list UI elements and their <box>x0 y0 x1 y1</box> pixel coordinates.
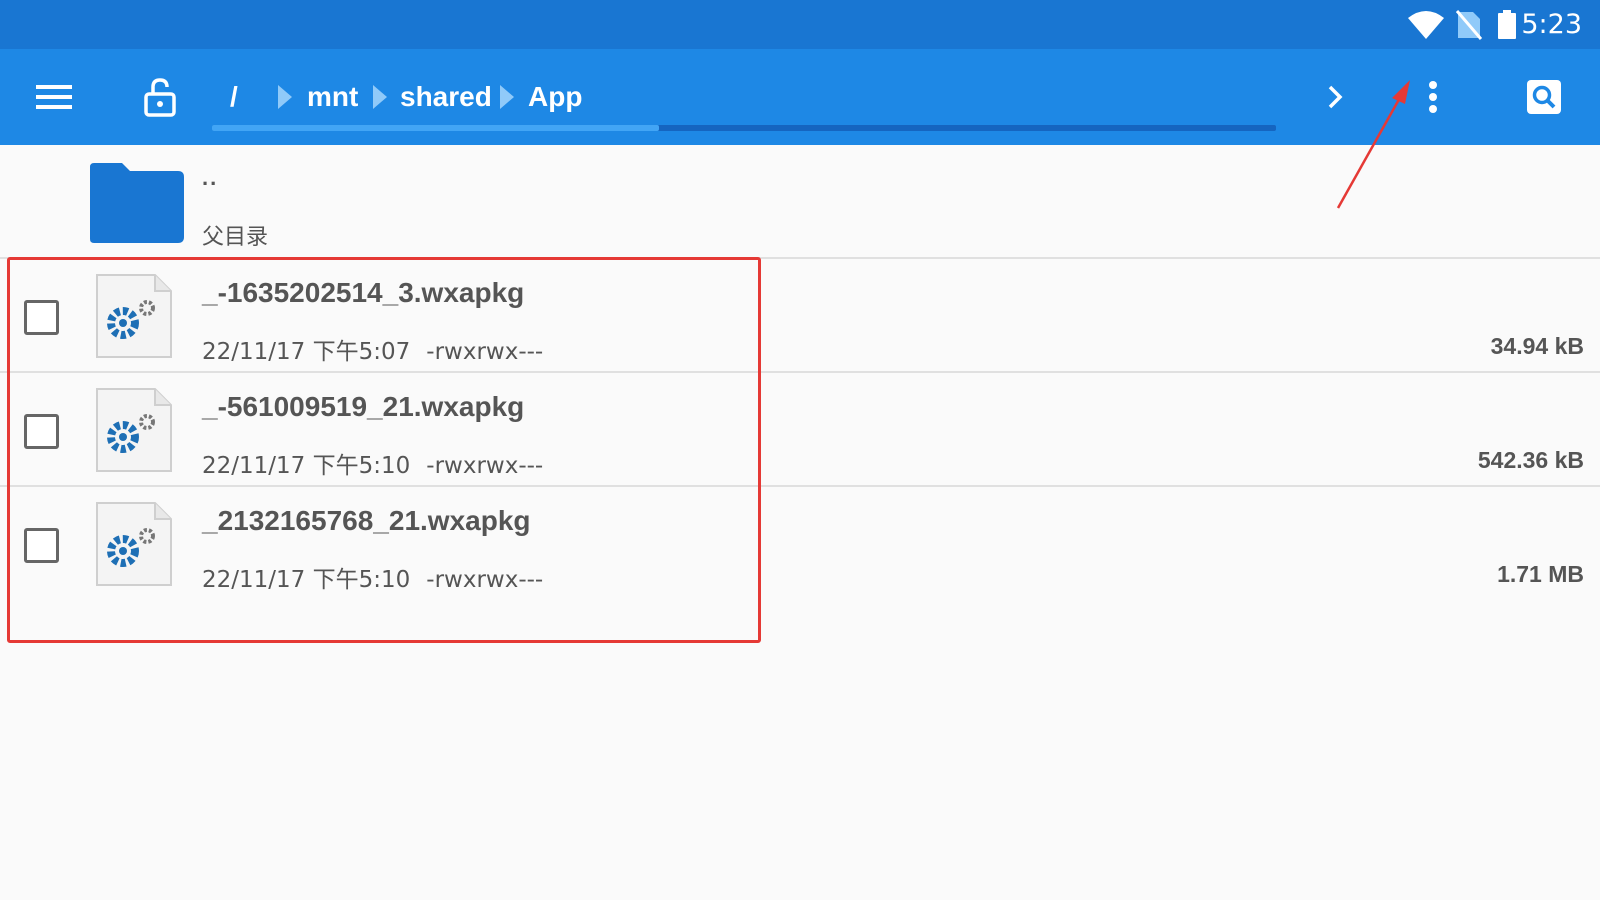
toolbar: / mnt shared App <box>0 49 1600 145</box>
folder-icon <box>86 163 186 248</box>
wifi-icon <box>1408 10 1444 45</box>
file-permissions: -rwxrwx--- <box>426 339 544 365</box>
settings-file-icon <box>95 387 175 480</box>
status-time: 5:23 <box>1521 9 1582 40</box>
settings-file-icon <box>95 501 175 594</box>
file-permissions: -rwxrwx--- <box>426 567 544 593</box>
file-date: 22/11/17 下午5:07 <box>202 339 411 365</box>
breadcrumb-root[interactable]: / <box>230 81 238 113</box>
parent-directory-row[interactable]: .. 父目录 <box>0 145 1600 259</box>
path-scroll-track[interactable] <box>212 125 1276 131</box>
breadcrumb-shared[interactable]: shared <box>400 81 492 113</box>
file-size: 34.94 kB <box>1490 333 1584 359</box>
breadcrumb-separator-icon <box>500 85 514 114</box>
chevron-right-icon[interactable] <box>1320 79 1350 115</box>
file-date: 22/11/17 下午5:10 <box>202 453 411 479</box>
file-size: 1.71 MB <box>1497 561 1584 587</box>
file-meta: 22/11/17 下午5:07 -rwxrwx--- <box>202 332 543 366</box>
file-row[interactable]: _2132165768_21.wxapkg 22/11/17 下午5:10 -rw… <box>0 487 1600 601</box>
settings-file-icon <box>95 273 175 366</box>
status-bar: 5:23 <box>0 0 1600 49</box>
hamburger-menu-icon[interactable] <box>34 77 74 117</box>
file-checkbox[interactable] <box>24 528 59 563</box>
more-vert-icon[interactable] <box>1420 77 1446 117</box>
file-date: 22/11/17 下午5:10 <box>202 567 411 593</box>
unlock-icon[interactable] <box>140 75 180 119</box>
file-name: _-1635202514_3.wxapkg <box>202 277 525 308</box>
path-scroll-thumb[interactable] <box>212 125 659 131</box>
breadcrumb-separator-icon <box>278 85 292 114</box>
file-meta: 22/11/17 下午5:10 -rwxrwx--- <box>202 560 543 594</box>
battery-icon <box>1497 10 1517 45</box>
no-sim-icon <box>1455 10 1483 45</box>
file-size: 542.36 kB <box>1477 447 1584 473</box>
breadcrumb-mnt[interactable]: mnt <box>307 81 358 113</box>
search-icon[interactable] <box>1526 79 1562 115</box>
parent-directory-name: .. <box>202 165 219 190</box>
file-checkbox[interactable] <box>24 300 59 335</box>
file-name: _-561009519_21.wxapkg <box>202 391 525 422</box>
file-checkbox[interactable] <box>24 414 59 449</box>
file-row[interactable]: _-1635202514_3.wxapkg 22/11/17 下午5:07 -rw… <box>0 259 1600 373</box>
file-permissions: -rwxrwx--- <box>426 453 544 479</box>
file-name: _2132165768_21.wxapkg <box>202 505 531 536</box>
parent-directory-label: 父目录 <box>202 225 269 250</box>
breadcrumb-app[interactable]: App <box>528 81 582 113</box>
breadcrumb-separator-icon <box>373 85 387 114</box>
file-meta: 22/11/17 下午5:10 -rwxrwx--- <box>202 446 543 480</box>
file-row[interactable]: _-561009519_21.wxapkg 22/11/17 下午5:10 -rw… <box>0 373 1600 487</box>
